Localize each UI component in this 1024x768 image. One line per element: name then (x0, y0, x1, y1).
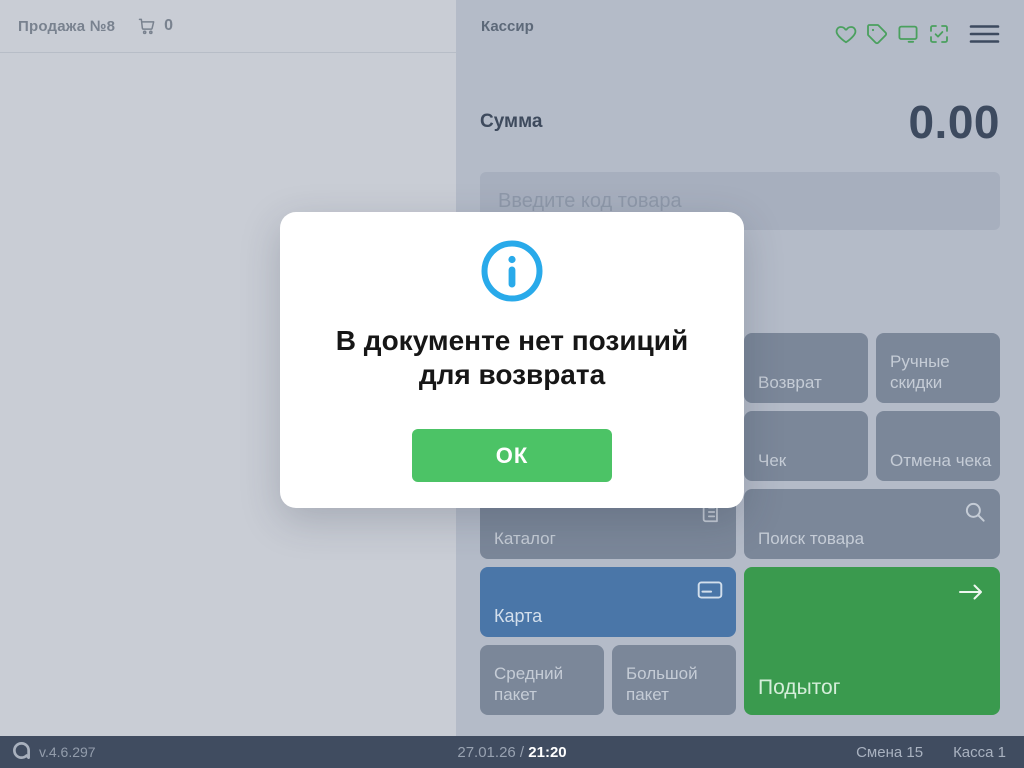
sum-label: Сумма (480, 111, 543, 132)
cart-icon (137, 16, 157, 36)
dialog-message-line2: для возврата (418, 359, 606, 391)
menu-icon[interactable] (969, 23, 1000, 45)
datetime-separator: / (515, 743, 529, 761)
button-label: Карта (494, 605, 543, 626)
button-label: Отмена чека (890, 450, 992, 470)
button-label: Каталог (494, 528, 556, 548)
dialog-message: В документе нет позиций для возврата (280, 324, 744, 392)
button-label: Возврат (758, 372, 822, 392)
app-version: v.4.6.297 (39, 744, 96, 760)
status-bar: v.4.6.297 27.01.26 / 21:20 Смена 15 Касс… (0, 736, 1024, 768)
status-left: v.4.6.297 (12, 741, 96, 763)
button-label: Ручные скидки (890, 351, 950, 392)
sum-value: 0.00 (908, 96, 1000, 148)
register-label: Касса 1 (953, 743, 1006, 761)
scan-check-icon[interactable] (927, 22, 951, 46)
cart-counter: 0 (137, 16, 173, 36)
button-label: Средний пакет (494, 663, 564, 704)
shift-label: Смена 15 (856, 743, 924, 761)
datetime: 27.01.26 / 21:20 (457, 744, 566, 761)
large-bag-button[interactable]: Большой пакет (612, 645, 736, 715)
info-dialog: В документе нет позиций для возврата ОК (280, 212, 744, 508)
sum-row: Сумма 0.00 (480, 96, 1000, 148)
ok-button[interactable]: ОК (412, 429, 612, 482)
sale-title: Продажа №8 (18, 17, 116, 35)
tag-icon[interactable] (865, 22, 889, 46)
subtotal-button[interactable]: Подытог (744, 567, 1000, 715)
display-icon[interactable] (896, 22, 920, 46)
manual-discounts-button[interactable]: Ручные скидки (876, 333, 1000, 403)
button-label: Поиск товара (758, 528, 865, 548)
pos-app: Продажа №8 0 Кассир Сумма 0.00 Введите к… (0, 0, 1024, 768)
card-icon (696, 577, 724, 603)
button-label: Большой пакет (626, 663, 698, 704)
cart-count: 0 (164, 17, 174, 34)
product-search-button[interactable]: Поиск товара (744, 489, 1000, 559)
card-button[interactable]: Карта (480, 567, 736, 637)
cashier-label: Кассир (481, 18, 534, 35)
dialog-message-line1: В документе нет позиций (335, 325, 689, 356)
cancel-receipt-button[interactable]: Отмена чека (876, 411, 1000, 481)
status-right: Смена 15 Касса 1 (856, 744, 1006, 761)
status-time: 21:20 (528, 743, 567, 761)
receipt-header: Продажа №8 0 (0, 0, 456, 53)
button-label: Подытог (758, 675, 841, 699)
button-label: Чек (758, 450, 787, 470)
heart-icon[interactable] (834, 22, 858, 46)
app-logo-icon (12, 741, 31, 763)
receipt-button[interactable]: Чек (744, 411, 868, 481)
status-date: 27.01.26 (457, 743, 516, 761)
info-icon (481, 240, 543, 307)
arrow-right-icon (956, 579, 986, 605)
search-icon (962, 499, 988, 525)
medium-bag-button[interactable]: Средний пакет (480, 645, 604, 715)
toolbar (827, 22, 1000, 46)
return-button[interactable]: Возврат (744, 333, 868, 403)
